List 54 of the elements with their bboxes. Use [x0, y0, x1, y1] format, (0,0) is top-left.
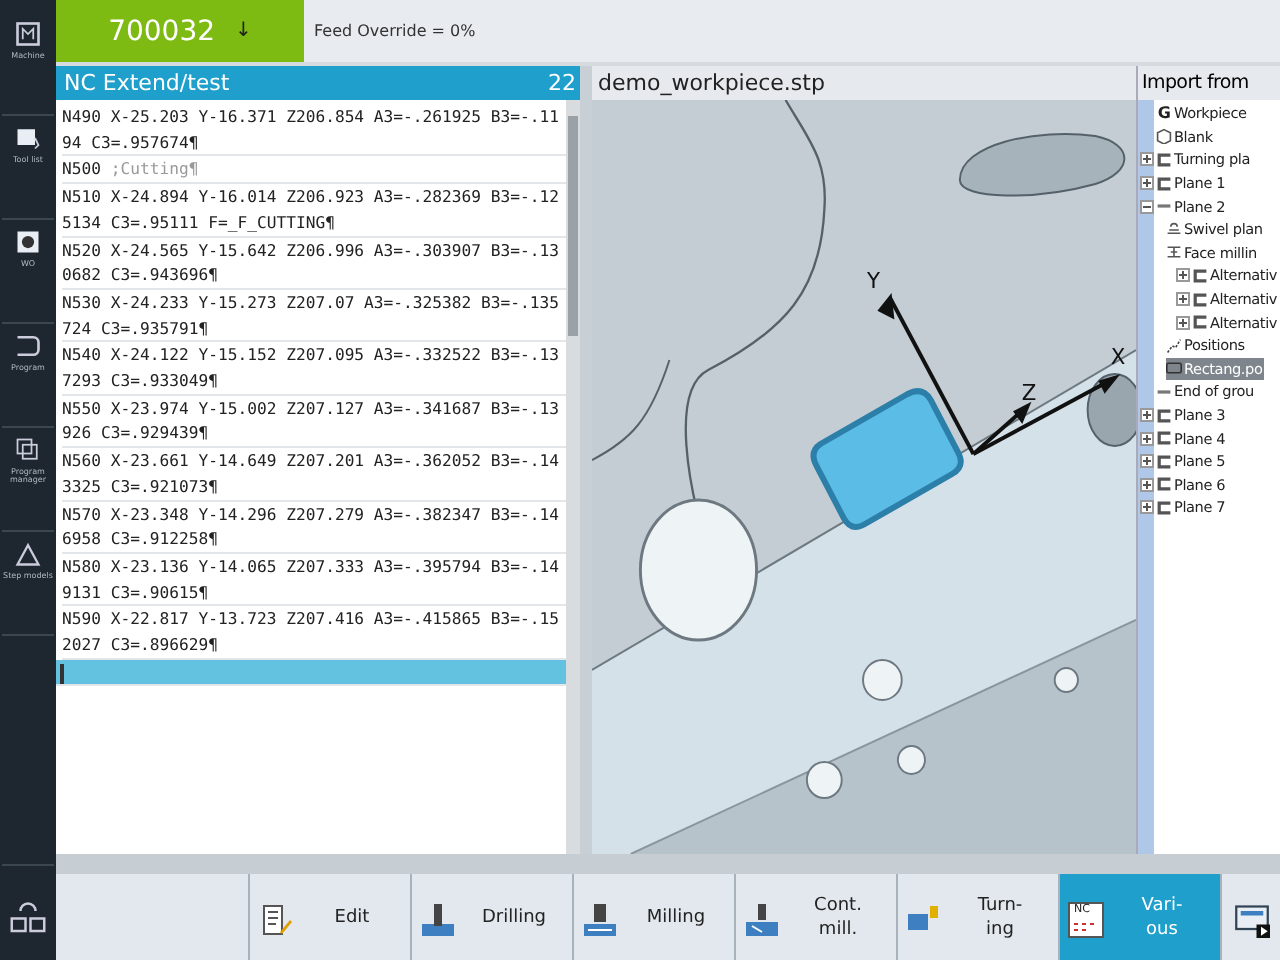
code-line[interactable]: N490 X-25.203 Y-16.371 Z206.854 A3=-.261925 B3=-.1194 C3=.957674¶: [62, 104, 566, 157]
editor-title: NC Extend/test: [64, 70, 230, 96]
softkey[interactable]: Edit: [248, 874, 410, 960]
code-line[interactable]: N550 X-23.974 Y-15.002 Z207.127 A3=-.341687 B3=-.13926 C3=.929439¶: [62, 395, 566, 449]
axis-label: X: [1110, 343, 1126, 371]
code-line[interactable]: N560 X-23.661 Y-14.649 Z207.201 A3=-.362052 B3=-.143325 C3=.921073¶: [62, 448, 566, 502]
dots-icon: [1074, 921, 1094, 931]
expander-icon[interactable]: [1139, 431, 1153, 446]
mill-icon: [582, 901, 618, 937]
tool-list-icon: [14, 124, 42, 152]
swivel-icon: [1166, 221, 1182, 238]
machine-icon: [14, 20, 42, 48]
status-message: Feed Override = 0%: [312, 20, 476, 44]
folders-icon: [14, 436, 42, 464]
positions-icon: [1166, 337, 1182, 354]
expander-icon[interactable]: [1139, 500, 1153, 515]
tree-title: Import from: [1138, 66, 1280, 100]
softkey[interactable]: Cont. mill.: [734, 874, 896, 960]
program-number: 700032: [108, 15, 216, 47]
expander-icon[interactable]: [1139, 408, 1153, 423]
edit-icon: [258, 901, 294, 937]
code-line[interactable]: N530 X-24.233 Y-15.273 Z207.07 A3=-.325382 B3=-.135724 C3=.935791¶: [62, 289, 566, 343]
expander-icon[interactable]: [1176, 268, 1190, 283]
softkey[interactable]: Drilling: [410, 874, 572, 960]
triangle-icon: [14, 540, 42, 568]
drill-icon: [420, 901, 456, 937]
arrow-text: ↓: [235, 20, 252, 42]
face-milling-icon: [1166, 244, 1182, 261]
letter-icon: G: [1156, 104, 1172, 123]
line-count: 22: [548, 70, 576, 96]
code-line[interactable]: N500 ;Cutting¶: [62, 156, 566, 185]
expander-icon[interactable]: [1139, 477, 1153, 492]
expander-icon[interactable]: [1139, 152, 1153, 167]
axis-label: Z: [1021, 379, 1037, 407]
workpiece-icon: [14, 228, 42, 256]
expander-icon[interactable]: [1176, 315, 1190, 330]
code-line[interactable]: N580 X-23.136 Y-14.065 Z207.333 A3=-.395794 B3=-.149131 C3=.90615¶: [62, 553, 566, 607]
contour-mill-icon: [744, 901, 780, 937]
code-line[interactable]: N570 X-23.348 Y-14.296 Z207.279 A3=-.382347 B3=-.146958 C3=.912258¶: [62, 501, 566, 554]
monitor-icon: [1233, 901, 1269, 937]
expander-icon[interactable]: [1139, 199, 1153, 214]
code-line[interactable]: N540 X-24.122 Y-15.152 Z207.095 A3=-.332522 B3=-.137293 C3=.933049¶: [62, 342, 566, 396]
pocket-icon: [1166, 360, 1182, 377]
code-line[interactable]: N520 X-24.565 Y-15.642 Z206.996 A3=-.303907 B3=-.130682 C3=.943696¶: [62, 237, 566, 290]
expander-icon[interactable]: [1176, 292, 1190, 307]
program-icon: [14, 332, 42, 360]
cube-icon: [1156, 128, 1172, 145]
softkey[interactable]: Milling: [572, 874, 734, 960]
expander-icon[interactable]: [1139, 454, 1153, 469]
viewer-title: demo_workpiece.stp: [592, 66, 1136, 100]
scrollbar-thumb[interactable]: [568, 116, 578, 336]
axis-label: Y: [866, 267, 880, 295]
expander-icon[interactable]: [1139, 176, 1153, 191]
code-line[interactable]: N510 X-24.894 Y-16.014 Z206.923 A3=-.282369 B3=-.125134 C3=.95111 F=_F_CUTTING¶: [62, 184, 566, 238]
